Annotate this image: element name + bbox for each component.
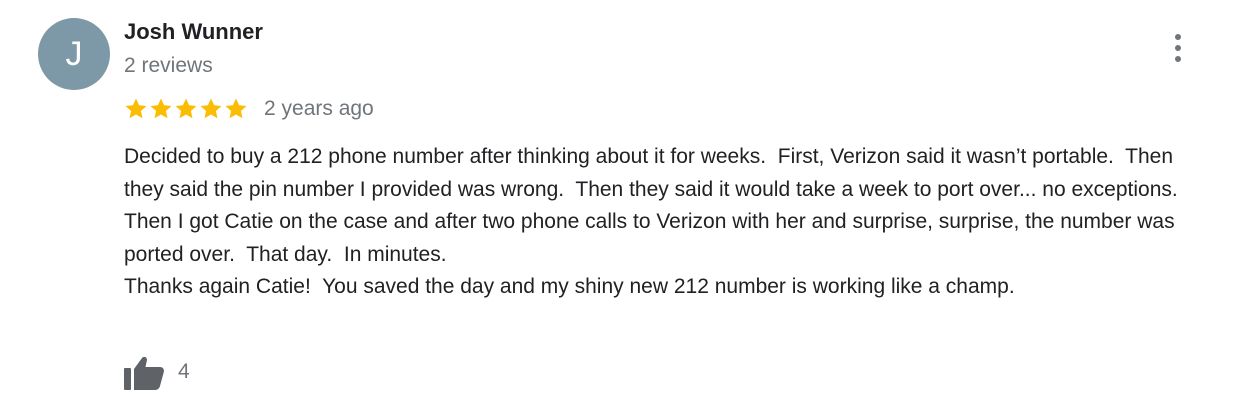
star-icon xyxy=(125,98,147,119)
review-date: 2 years ago xyxy=(264,97,374,120)
more-options-button[interactable] xyxy=(1162,30,1194,66)
like-count: 4 xyxy=(178,360,190,383)
review-text: Decided to buy a 212 phone number after … xyxy=(124,141,1214,304)
like-button[interactable]: 4 xyxy=(122,352,190,392)
author-review-count: 2 reviews xyxy=(124,54,213,77)
more-vert-icon-dot xyxy=(1175,56,1181,62)
avatar-initial: J xyxy=(65,35,83,73)
more-vert-icon xyxy=(1175,34,1181,40)
star-icon xyxy=(200,98,222,119)
more-vert-icon-dot xyxy=(1175,45,1181,51)
star-icon xyxy=(225,98,247,119)
rating-row: 2 years ago xyxy=(124,94,374,124)
star-icon xyxy=(175,98,197,119)
star-rating xyxy=(124,97,248,121)
author-name[interactable]: Josh Wunner xyxy=(124,18,263,46)
star-icon xyxy=(150,98,172,119)
review-card: J Josh Wunner 2 reviews 2 years ago Deci… xyxy=(0,0,1238,403)
review-paragraph: Decided to buy a 212 phone number after … xyxy=(124,145,1179,201)
review-paragraph: Thanks again Catie! You saved the day an… xyxy=(124,275,1015,298)
thumb-up-icon xyxy=(124,356,164,390)
review-paragraph: Then I got Catie on the case and after t… xyxy=(124,210,1181,266)
avatar[interactable]: J xyxy=(38,18,110,90)
